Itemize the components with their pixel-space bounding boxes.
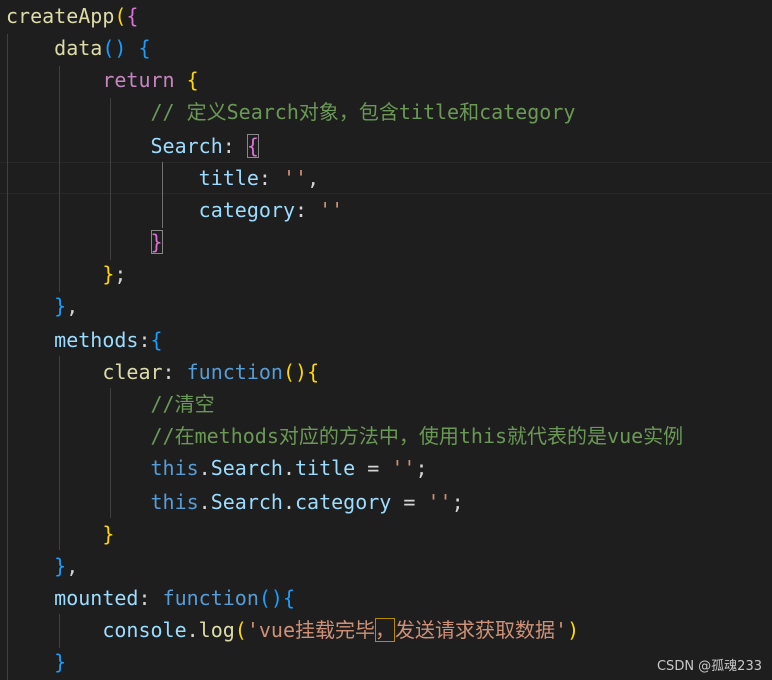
code-line-8[interactable]: }: [6, 226, 163, 258]
token-punctuation: ;: [451, 490, 464, 514]
code-line-10[interactable]: },: [6, 290, 78, 322]
token-property: Search: [210, 490, 283, 514]
token-bracket: }: [54, 554, 67, 578]
token-operator: =: [391, 490, 428, 514]
code-editor[interactable]: createApp({ data() { return { // 定义Searc…: [0, 0, 772, 680]
token-this: this: [150, 456, 199, 480]
token-bracket: {: [126, 4, 139, 28]
token-property: mounted: [54, 586, 139, 610]
token-punctuation: ;: [415, 456, 428, 480]
token-bracket: (): [102, 36, 127, 60]
token-punctuation: :: [162, 360, 175, 384]
token-punctuation: :: [222, 134, 235, 158]
code-line-4[interactable]: // 定义Search对象，包含title和category: [6, 96, 576, 128]
token-string: '': [427, 490, 452, 514]
token-property: category: [198, 198, 295, 222]
token-property: title: [198, 166, 259, 190]
selection-box: ，: [375, 618, 396, 642]
token-this: this: [150, 490, 199, 514]
token-bracket: (: [114, 4, 127, 28]
code-line-16[interactable]: this.Search.category = '';: [6, 486, 464, 518]
token-punctuation: :: [258, 166, 271, 190]
token-storage: function: [162, 586, 259, 610]
code-line-20[interactable]: console.log('vue挂载完毕，发送请求获取数据'): [6, 614, 579, 646]
token-property: Search: [210, 456, 283, 480]
code-line-6[interactable]: title: '',: [6, 162, 319, 194]
token-bracket-matched: {: [246, 134, 259, 158]
token-bracket: (: [234, 618, 247, 642]
code-line-3[interactable]: return {: [6, 64, 199, 96]
token-bracket: }: [54, 294, 67, 318]
code-line-5[interactable]: Search: {: [6, 130, 259, 162]
token-function: log: [198, 618, 235, 642]
code-line-14[interactable]: //在methods对应的方法中，使用this就代表的是vue实例: [6, 420, 684, 452]
token-bracket: }: [102, 262, 115, 286]
token-property: Search: [150, 134, 223, 158]
token-punctuation: :: [138, 328, 151, 352]
token-punctuation: .: [198, 456, 211, 480]
token-bracket: {: [307, 360, 320, 384]
token-bracket: {: [282, 586, 296, 610]
token-operator: =: [355, 456, 392, 480]
code-line-17[interactable]: }: [6, 518, 114, 550]
token-punctuation: .: [186, 618, 199, 642]
token-string: '': [319, 198, 344, 222]
code-line-7[interactable]: category: '': [6, 194, 344, 226]
code-line-2[interactable]: data() {: [6, 32, 151, 64]
token-bracket: {: [138, 36, 151, 60]
token-bracket: {: [150, 328, 163, 352]
token-bracket: (): [258, 586, 283, 610]
token-punctuation: .: [282, 456, 296, 480]
token-punctuation: .: [198, 490, 211, 514]
token-comment: //清空: [150, 392, 215, 416]
token-keyword: return: [102, 68, 175, 92]
code-line-12[interactable]: clear: function(){: [6, 356, 319, 388]
token-property: category: [295, 490, 392, 514]
token-punctuation: .: [282, 490, 296, 514]
token-bracket: }: [102, 522, 115, 546]
token-string: 'vue挂载完毕: [246, 618, 376, 642]
token-comment: //在methods对应的方法中，使用this就代表的是vue实例: [150, 424, 684, 448]
token-bracket: ): [567, 618, 580, 642]
watermark: CSDN @孤魂233: [656, 659, 762, 674]
token-property: title: [295, 456, 356, 480]
token-function: clear: [102, 360, 163, 384]
code-line-13[interactable]: //清空: [6, 388, 215, 420]
token-string: '': [282, 166, 308, 190]
token-bracket: (): [282, 360, 308, 384]
token-punctuation: ,: [66, 554, 79, 578]
token-property: methods: [54, 328, 139, 352]
token-punctuation: ,: [307, 166, 320, 190]
code-line-11[interactable]: methods:{: [6, 324, 163, 356]
token-bracket: }: [54, 650, 67, 674]
code-line-19[interactable]: mounted: function(){: [6, 582, 295, 614]
token-bracket-matched: }: [150, 230, 163, 254]
token-function: createApp: [6, 4, 115, 28]
code-line-21[interactable]: }: [6, 646, 66, 678]
token-punctuation: ,: [66, 294, 79, 318]
token-bracket: {: [186, 68, 199, 92]
token-punctuation: :: [138, 586, 151, 610]
code-line-15[interactable]: this.Search.title = '';: [6, 452, 428, 484]
token-string: 发送请求获取数据': [395, 618, 568, 642]
code-line-9[interactable]: };: [6, 258, 126, 290]
token-function: data: [54, 36, 103, 60]
token-variable: console: [102, 618, 187, 642]
token-string: '': [391, 456, 416, 480]
token-comment: // 定义Search对象，包含title和category: [150, 100, 576, 124]
token-punctuation: :: [294, 198, 308, 222]
code-line-1[interactable]: createApp({: [6, 0, 138, 32]
token-storage: function: [186, 360, 283, 384]
token-punctuation: ;: [114, 262, 127, 286]
code-line-18[interactable]: },: [6, 550, 78, 582]
